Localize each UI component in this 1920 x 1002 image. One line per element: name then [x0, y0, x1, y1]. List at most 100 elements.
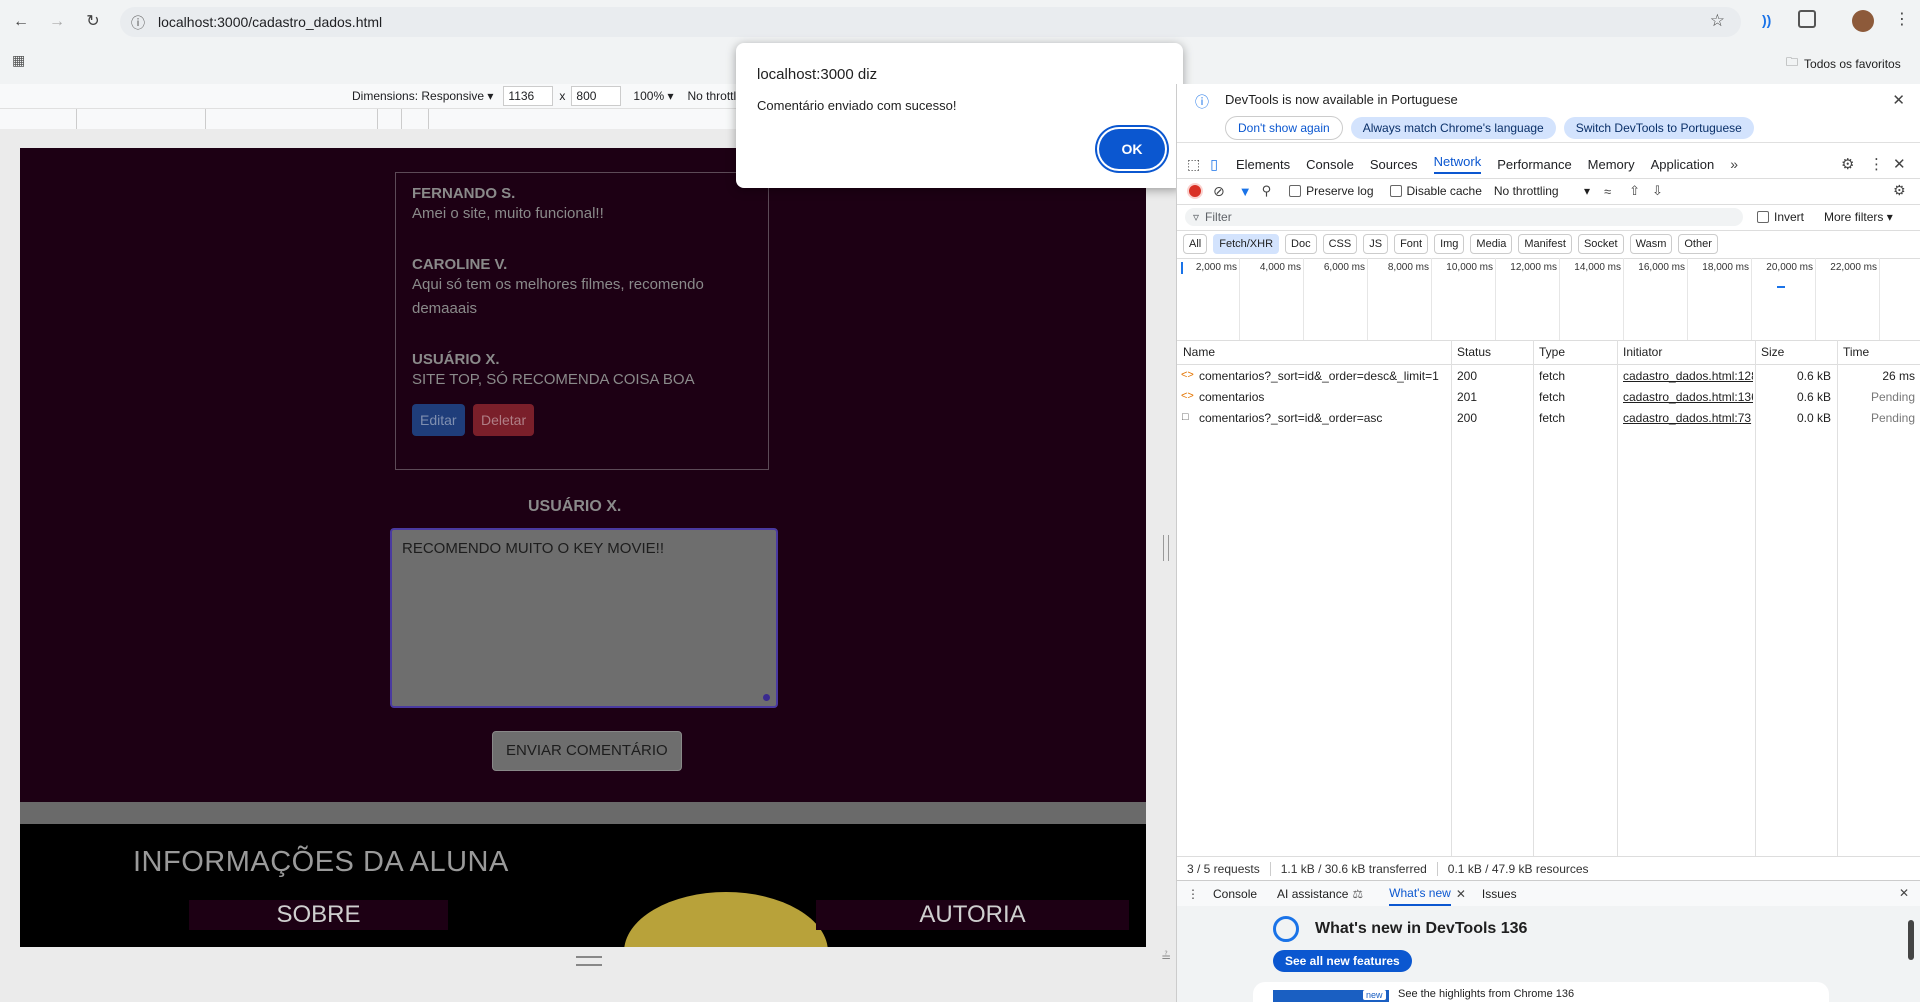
network-conditions-icon[interactable]: ≈: [1604, 184, 1611, 199]
tab-console[interactable]: Console: [1306, 157, 1354, 172]
scrollbar-thumb[interactable]: [1908, 920, 1914, 960]
status-requests: 3 / 5 requests: [1187, 862, 1260, 876]
type-filter-font[interactable]: Font: [1394, 234, 1429, 254]
search-icon[interactable]: ⚲: [1262, 183, 1272, 199]
tab-network[interactable]: Network: [1433, 154, 1482, 174]
tab-application[interactable]: Application: [1651, 157, 1715, 172]
import-har-icon[interactable]: ⇧: [1629, 183, 1640, 199]
devtools-menu-icon[interactable]: ⋮: [1869, 155, 1884, 173]
all-bookmarks-folder[interactable]: 🗀 Todos os favoritos: [1786, 53, 1901, 74]
request-status: 200: [1457, 411, 1478, 425]
type-filter-doc[interactable]: Doc: [1285, 234, 1317, 254]
inspect-element-icon[interactable]: ⬚: [1187, 156, 1200, 173]
close-infobar-icon[interactable]: ✕: [1892, 91, 1905, 109]
settings-gear-icon[interactable]: ⚙: [1841, 155, 1854, 173]
drawer-tab-console[interactable]: Console: [1213, 887, 1257, 901]
tab-memory[interactable]: Memory: [1588, 157, 1635, 172]
table-row[interactable]: <> comentarios?_sort=id&_order=desc&_lim…: [1177, 366, 1920, 387]
type-filter-manifest[interactable]: Manifest: [1518, 234, 1572, 254]
filter-funnel-icon[interactable]: ▼: [1239, 184, 1252, 199]
close-tab-icon[interactable]: ✕: [1456, 887, 1466, 901]
type-filter-js[interactable]: JS: [1363, 234, 1389, 254]
record-icon[interactable]: [1187, 183, 1203, 199]
send-comment-button[interactable]: ENVIAR COMENTÁRIO: [492, 731, 682, 771]
viewport-corner-resize-handle[interactable]: ≟: [1161, 950, 1171, 964]
switch-portuguese-button[interactable]: Switch DevTools to Portuguese: [1563, 117, 1754, 139]
request-initiator-link[interactable]: cadastro_dados.html:128: [1623, 369, 1753, 383]
request-initiator-link[interactable]: cadastro_dados.html:73: [1623, 411, 1753, 425]
export-har-icon[interactable]: ⇩: [1652, 183, 1663, 199]
resize-grip-icon[interactable]: [763, 694, 770, 701]
column-initiator[interactable]: Initiator: [1623, 345, 1662, 359]
type-filter-all[interactable]: All: [1183, 234, 1208, 254]
alert-ok-button[interactable]: OK: [1099, 129, 1165, 169]
timeline-request-bar: [1777, 286, 1785, 288]
apps-grid-icon[interactable]: ▦: [12, 52, 25, 69]
timeline-tick-label: 24: [1881, 262, 1920, 273]
type-filter-media[interactable]: Media: [1470, 234, 1513, 254]
disable-cache-checkbox[interactable]: [1389, 185, 1402, 197]
site-info-icon[interactable]: ⓘ: [131, 13, 145, 33]
viewport-bottom-resize-handle[interactable]: [576, 956, 602, 966]
filter-input[interactable]: ▿ Filter: [1185, 208, 1743, 226]
table-row[interactable]: <> comentarios 201 fetch cadastro_dados.…: [1177, 387, 1920, 408]
more-filters-select[interactable]: More filters ▾: [1824, 210, 1893, 224]
width-input[interactable]: 1136: [503, 86, 554, 106]
match-language-button[interactable]: Always match Chrome's language: [1350, 117, 1556, 139]
forward-icon[interactable]: →: [46, 11, 68, 33]
type-filter-img[interactable]: Img: [1434, 234, 1465, 254]
tab-performance[interactable]: Performance: [1497, 157, 1571, 172]
column-size[interactable]: Size: [1761, 345, 1784, 359]
type-filter-css[interactable]: CSS: [1322, 234, 1358, 254]
highlight-card[interactable]: new See the highlights from Chrome 136: [1253, 982, 1829, 1002]
media-icon[interactable]: )): [1762, 12, 1771, 28]
see-all-features-button[interactable]: See all new features: [1273, 950, 1412, 972]
column-name[interactable]: Name: [1183, 345, 1215, 359]
menu-kebab-icon[interactable]: ⋮: [1894, 9, 1910, 29]
clear-icon[interactable]: ⊘: [1213, 183, 1225, 200]
drawer-tab-whats-new[interactable]: What's new: [1389, 886, 1451, 906]
network-throttling-select[interactable]: No throttling ▾: [1494, 184, 1590, 198]
network-overview-timeline[interactable]: 2,000 ms 4,000 ms 6,000 ms 8,000 ms 10,000 m…: [1177, 258, 1920, 341]
column-type[interactable]: Type: [1539, 345, 1565, 359]
column-time[interactable]: Time: [1843, 345, 1869, 359]
comment-textarea[interactable]: RECOMENDO MUITO O KEY MOVIE!!: [390, 528, 778, 708]
table-row[interactable]: □ comentarios?_sort=id&_order=asc 200 fe…: [1177, 408, 1920, 429]
tab-sources[interactable]: Sources: [1370, 157, 1418, 172]
type-filter-wasm[interactable]: Wasm: [1629, 234, 1673, 254]
column-status[interactable]: Status: [1457, 345, 1491, 359]
dont-show-again-button[interactable]: Don't show again: [1225, 116, 1343, 140]
timeline-ticks: 2,000 ms 4,000 ms 6,000 ms 8,000 ms 10,000 m…: [1177, 258, 1920, 340]
drawer-tab-ai-assistance[interactable]: AI assistance: [1277, 887, 1348, 901]
drawer-tab-issues[interactable]: Issues: [1482, 887, 1517, 901]
footer-tab-about[interactable]: SOBRE: [189, 900, 448, 930]
bookmark-star-icon[interactable]: ☆: [1710, 11, 1725, 31]
device-toggle-icon[interactable]: ▯: [1210, 156, 1218, 173]
network-settings-icon[interactable]: ⚙: [1893, 182, 1906, 199]
type-filter-fetch-xhr[interactable]: Fetch/XHR: [1213, 234, 1280, 254]
timeline-gridline: [1239, 258, 1240, 340]
extensions-icon[interactable]: [1798, 10, 1816, 28]
close-devtools-icon[interactable]: ✕: [1893, 155, 1906, 173]
reload-icon[interactable]: ↻: [82, 11, 104, 33]
type-filter-socket[interactable]: Socket: [1577, 234, 1624, 254]
delete-button[interactable]: Deletar: [473, 404, 535, 436]
type-filter-other[interactable]: Other: [1678, 234, 1718, 254]
drawer-menu-icon[interactable]: ⋮: [1187, 887, 1199, 901]
viewport-right-resize-handle[interactable]: [1163, 535, 1169, 561]
more-tabs-icon[interactable]: »: [1730, 156, 1738, 172]
footer-tab-author[interactable]: AUTORIA: [816, 900, 1129, 930]
profile-avatar[interactable]: [1852, 10, 1874, 32]
height-input[interactable]: 800: [571, 86, 622, 106]
request-initiator-link[interactable]: cadastro_dados.html:136: [1623, 390, 1753, 404]
status-transferred: 1.1 kB / 30.6 kB transferred: [1269, 862, 1427, 876]
close-drawer-icon[interactable]: ✕: [1899, 886, 1909, 900]
preserve-log-checkbox[interactable]: [1289, 185, 1302, 197]
back-icon[interactable]: ←: [10, 11, 32, 33]
address-bar[interactable]: ⓘ localhost:3000/cadastro_dados.html ☆: [120, 7, 1741, 37]
zoom-select[interactable]: 100% ▾: [633, 89, 673, 103]
invert-checkbox[interactable]: [1757, 211, 1769, 223]
tab-elements[interactable]: Elements: [1236, 157, 1290, 172]
dimensions-select[interactable]: Dimensions: Responsive ▾: [352, 89, 493, 103]
edit-button[interactable]: Editar: [412, 404, 465, 436]
